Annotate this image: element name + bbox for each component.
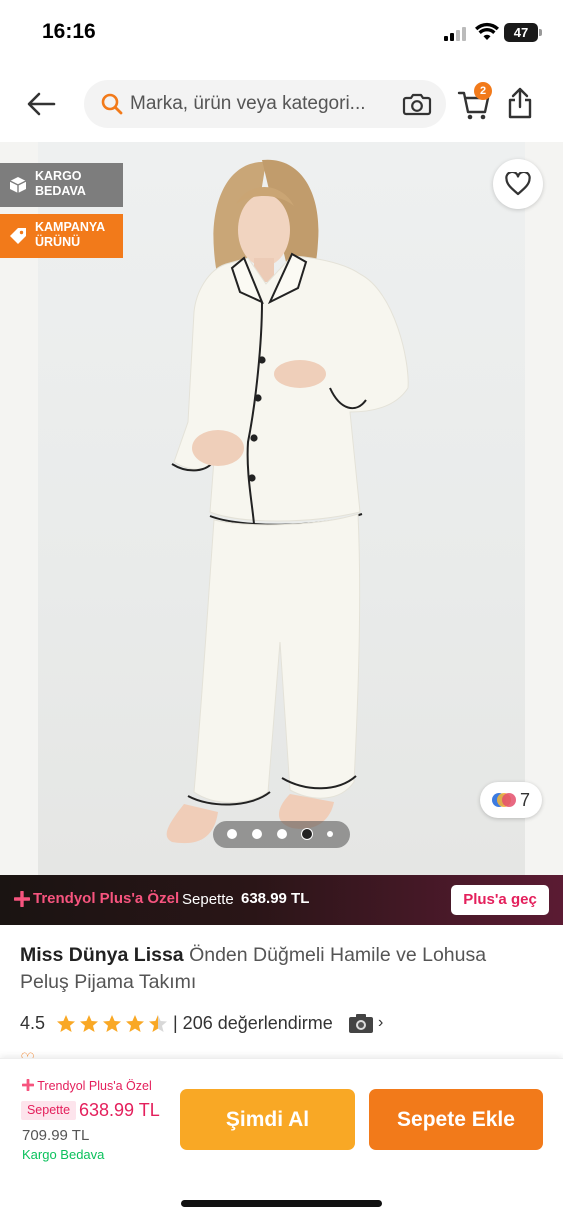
- bottom-free-shipping: Kargo Bedava: [22, 1147, 105, 1162]
- plus-icon: [21, 1078, 35, 1092]
- status-bar: 16:16 47: [0, 0, 563, 64]
- product-brand[interactable]: Miss Dünya Lissa: [20, 944, 184, 966]
- heart-icon: [505, 172, 531, 196]
- chevron-right-icon: ›: [378, 1014, 384, 1031]
- pager-dot[interactable]: [227, 829, 237, 839]
- buy-now-button[interactable]: Şimdi Al: [180, 1089, 355, 1150]
- bottom-plus-label-text: Trendyol Plus'a Özel: [37, 1079, 152, 1093]
- top-navigation: Marka, ürün veya kategori... 2: [0, 72, 563, 136]
- badge-line2: ÜRÜNÜ: [35, 235, 81, 249]
- star-icon: [80, 1015, 98, 1032]
- camera-icon[interactable]: [402, 91, 432, 117]
- photo-reviews-camera-icon: [349, 1014, 373, 1033]
- rating-stars: [57, 1015, 167, 1032]
- pager-dot[interactable]: [277, 829, 287, 839]
- badge-line1: KAMPANYA: [35, 220, 106, 234]
- plus-join-button[interactable]: Plus'a geç: [451, 885, 549, 915]
- rating-row[interactable]: 4.5 | 206 değerlendirme ›: [20, 1012, 540, 1036]
- cellular-signal-icon: [444, 25, 470, 41]
- plus-promo-banner[interactable]: Trendyol Plus'a Özel Sepette 638.99 TL P…: [0, 875, 563, 925]
- plus-banner-sepette: Sepette: [182, 891, 234, 908]
- badge-line1: KARGO: [35, 169, 82, 183]
- pager-dot[interactable]: [252, 829, 262, 839]
- color-count: 7: [520, 790, 531, 810]
- star-icon: [57, 1015, 75, 1032]
- plus-banner-price: 638.99 TL: [241, 890, 310, 907]
- color-swatches-icon: [492, 793, 516, 807]
- bottom-plus-price: 638.99 TL: [79, 1100, 160, 1120]
- pager-dot[interactable]: [327, 831, 333, 837]
- star-icon: [126, 1015, 144, 1032]
- half-star-icon: [149, 1015, 167, 1032]
- product-title: Miss Dünya Lissa Önden Düğmeli Hamile ve…: [20, 942, 540, 996]
- rating-value: 4.5: [20, 1013, 46, 1033]
- back-arrow-icon[interactable]: [22, 86, 62, 122]
- home-indicator[interactable]: [181, 1200, 382, 1207]
- image-pager[interactable]: [213, 821, 350, 848]
- share-icon[interactable]: [506, 86, 534, 120]
- badge-line2: BEDAVA: [35, 184, 86, 198]
- search-icon: [101, 93, 123, 115]
- product-image-gallery[interactable]: KARGO BEDAVA KAMPANYA ÜRÜNÜ 7: [0, 142, 563, 875]
- star-icon: [103, 1015, 121, 1032]
- add-to-cart-button[interactable]: Sepete Ekle: [369, 1089, 543, 1150]
- wifi-icon: [475, 22, 499, 40]
- bottom-regular-price: 709.99 TL: [22, 1127, 90, 1144]
- pager-dot-active[interactable]: [302, 829, 312, 839]
- plus-banner-title: Trendyol Plus'a Özel: [33, 890, 180, 907]
- bottom-plus-label: Trendyol Plus'a Özel: [21, 1078, 152, 1093]
- free-shipping-badge: KARGO BEDAVA: [0, 163, 123, 207]
- color-options-button[interactable]: 7: [480, 782, 542, 818]
- status-time: 16:16: [42, 20, 96, 43]
- review-count[interactable]: | 206 değerlendirme: [173, 1013, 333, 1034]
- cart-count-badge: 2: [474, 82, 492, 100]
- tag-icon: [10, 228, 26, 244]
- plus-icon: [14, 891, 30, 907]
- bottom-sepette-tag: Sepette: [21, 1101, 76, 1120]
- bottom-action-bar: Trendyol Plus'a Özel Sepette 638.99 TL 7…: [0, 1058, 563, 1218]
- campaign-badge: KAMPANYA ÜRÜNÜ: [0, 214, 123, 258]
- search-placeholder: Marka, ürün veya kategori...: [130, 93, 366, 114]
- favorite-button[interactable]: [493, 159, 543, 209]
- battery-indicator: 47: [504, 23, 542, 42]
- box-icon: [9, 177, 27, 193]
- search-input[interactable]: Marka, ürün veya kategori...: [84, 80, 446, 128]
